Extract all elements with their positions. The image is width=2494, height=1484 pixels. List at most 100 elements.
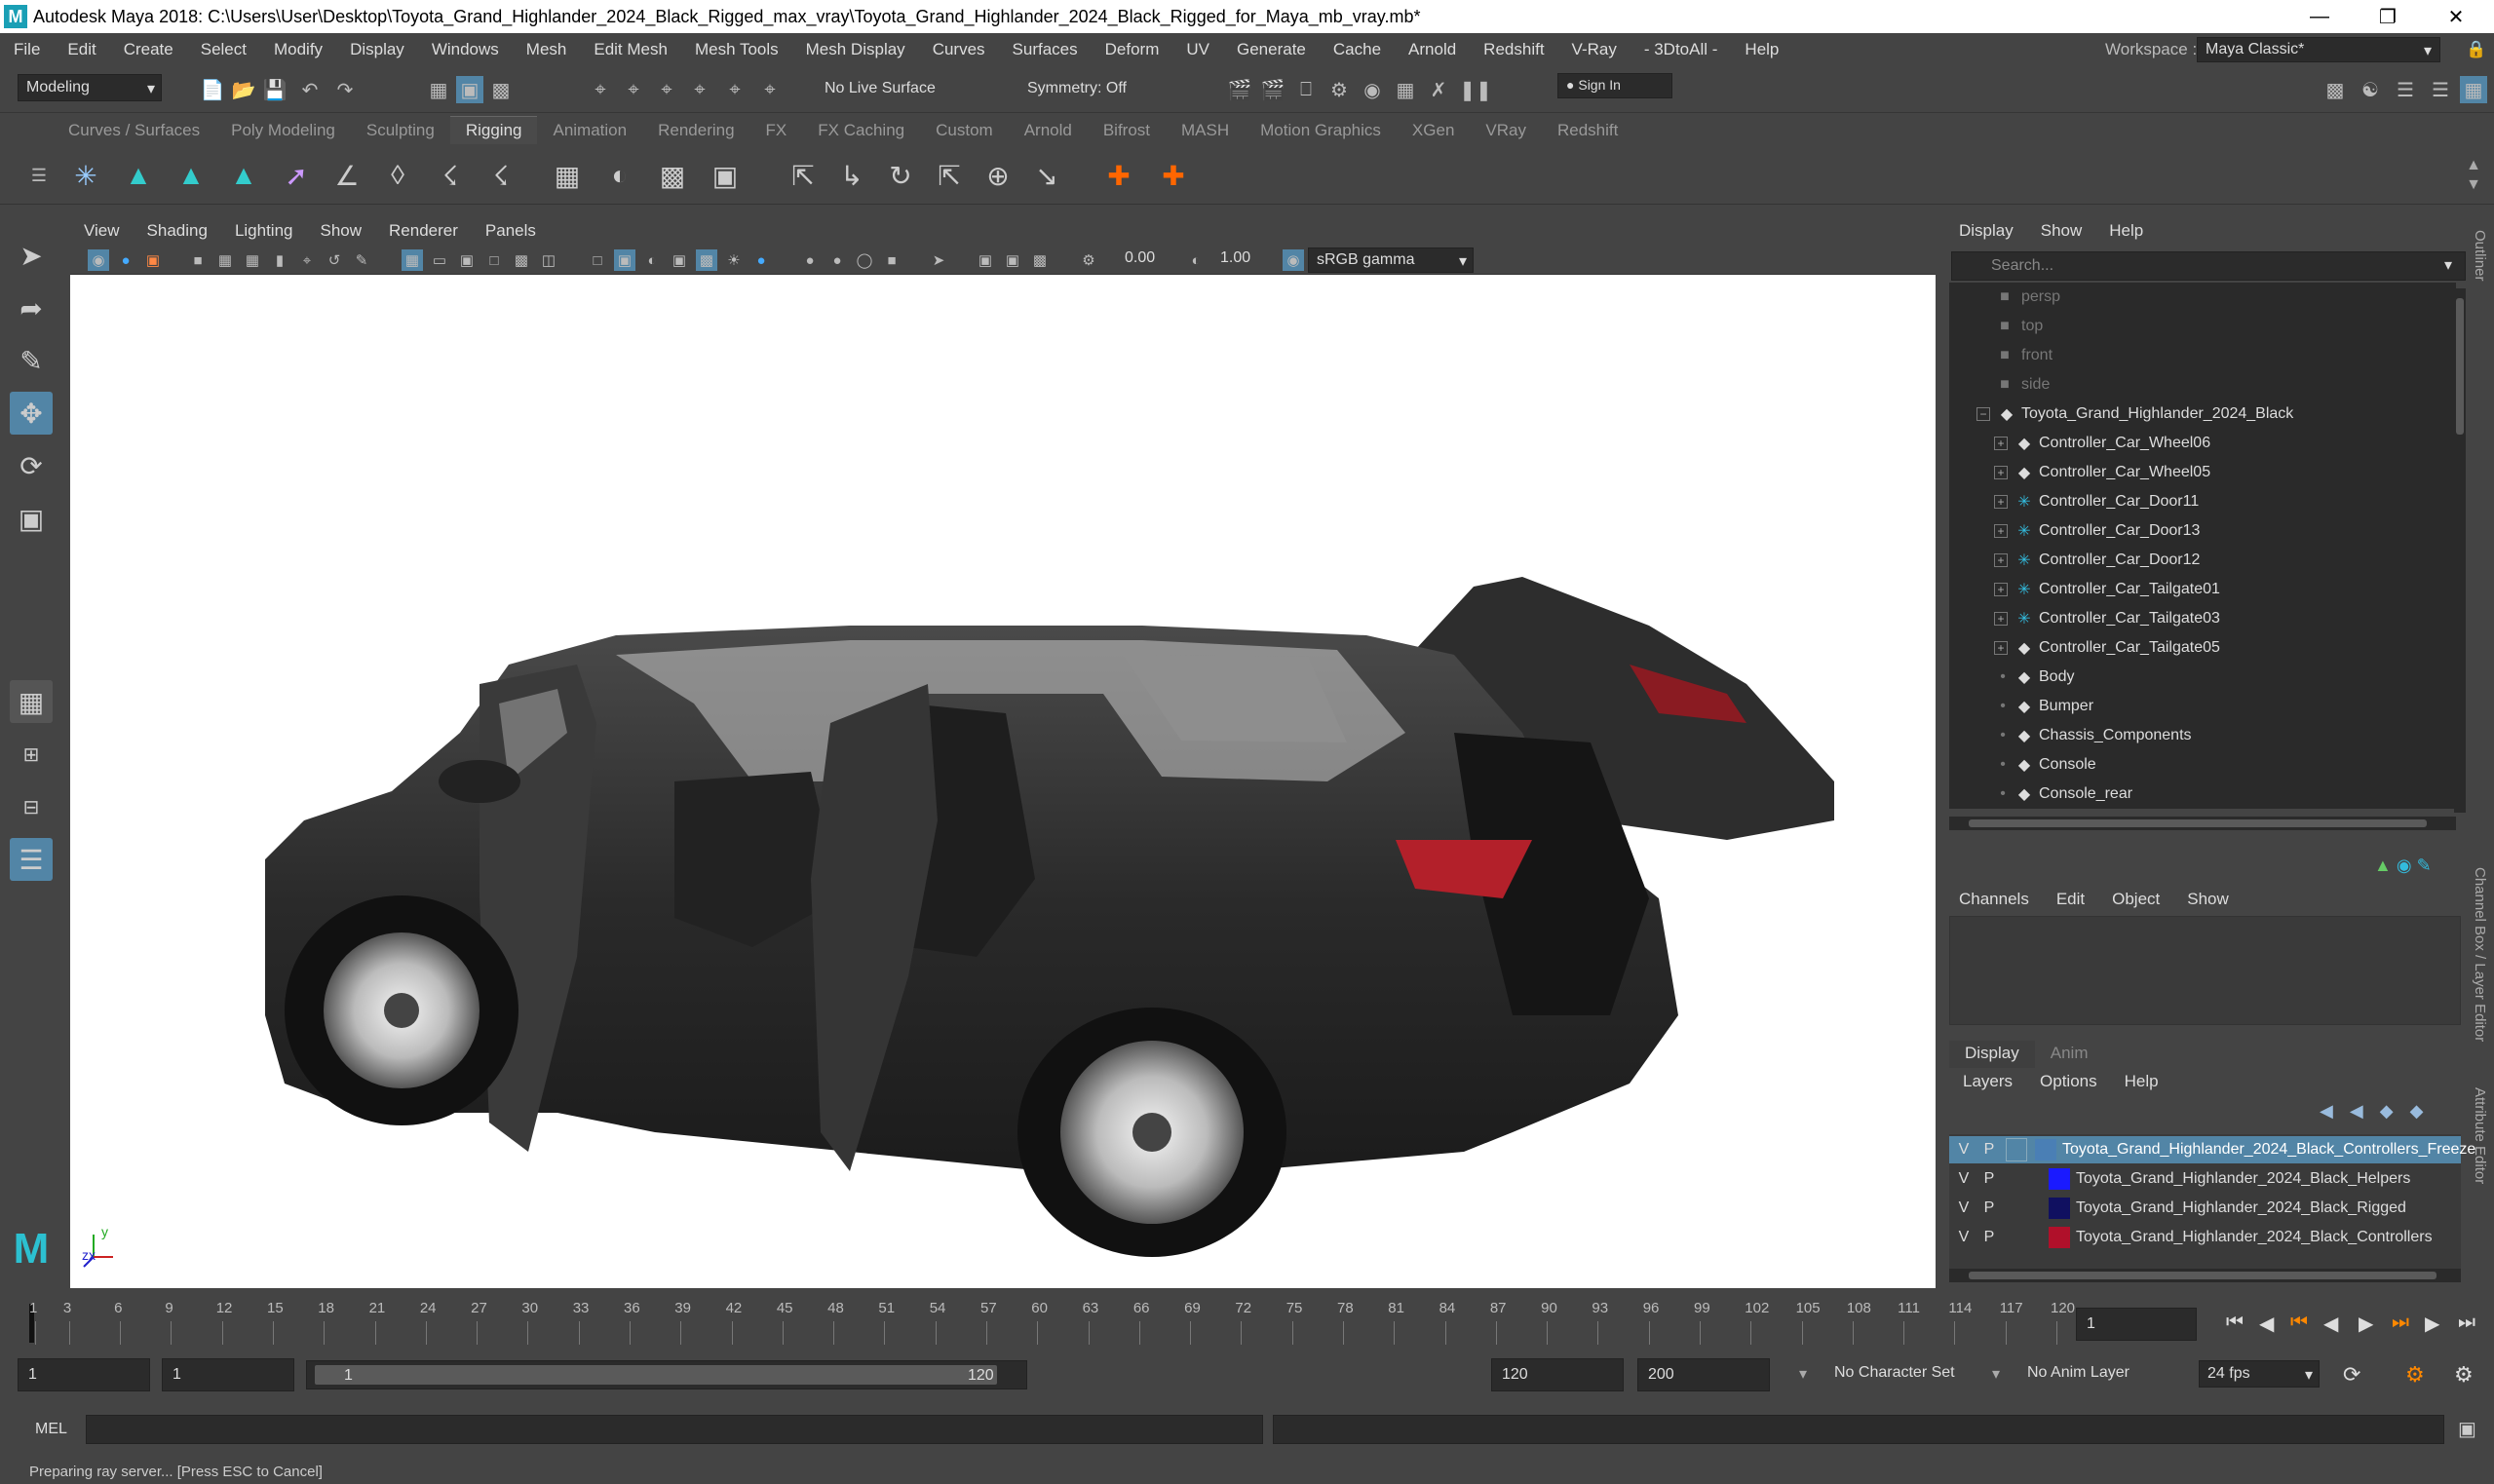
motion-blur-icon[interactable]: ● xyxy=(799,249,821,271)
lattice-icon[interactable]: ▩ xyxy=(655,158,690,193)
shelf-scroll-down-icon[interactable]: ▼ xyxy=(2456,168,2491,203)
layers-h-scrollbar[interactable] xyxy=(1949,1269,2461,1282)
select-by-component-icon[interactable]: ▩ xyxy=(487,76,515,103)
snap-grid-icon[interactable]: ⌖ xyxy=(587,76,614,103)
visibility-toggle[interactable]: V xyxy=(1953,1197,1975,1220)
point-constraint-icon[interactable]: ↳ xyxy=(834,158,869,193)
xray-active-icon[interactable]: ▣ xyxy=(975,249,996,271)
shadows-icon[interactable]: ☀ xyxy=(723,249,745,271)
outliner-root-node[interactable]: − ◆ Toyota_Grand_Highlander_2024_Black xyxy=(1949,400,2456,429)
exposure-field[interactable]: 0.00 xyxy=(1125,249,1155,267)
hypershade-icon[interactable]: ◉ xyxy=(1359,76,1386,103)
panel-menu-show[interactable]: Show xyxy=(307,221,376,241)
outliner-side-tab[interactable]: Outliner xyxy=(2472,230,2488,282)
layer-color-swatch[interactable] xyxy=(2049,1227,2070,1248)
layer-row[interactable]: V P Toyota_Grand_Highlander_2024_Black_R… xyxy=(1949,1195,2461,1222)
panel-menu-shading[interactable]: Shading xyxy=(134,221,221,241)
redo-icon[interactable]: ↷ xyxy=(331,76,359,103)
move-layer-down-icon[interactable]: ◀ xyxy=(2350,1101,2363,1121)
outliner-item[interactable]: • ◆ Console_rear xyxy=(1949,780,2456,809)
minimize-icon[interactable]: — xyxy=(2290,0,2349,33)
expand-icon[interactable]: + xyxy=(1994,495,2008,509)
auto-key-icon[interactable]: ⚙ xyxy=(2405,1362,2425,1388)
render-current-icon[interactable]: 🎬 xyxy=(1259,76,1286,103)
scrollbar-thumb[interactable] xyxy=(1969,819,2427,827)
scale-tool-icon[interactable]: ▣ xyxy=(10,497,53,540)
paint-select-tool-icon[interactable]: ✎ xyxy=(10,339,53,382)
channel-box-toggle-icon[interactable]: ▦ xyxy=(2460,76,2487,103)
menu-display[interactable]: Display xyxy=(336,40,418,59)
modeling-toolkit-icon[interactable]: ▩ xyxy=(2321,76,2349,103)
shelf-tab-rigging[interactable]: Rigging xyxy=(449,116,538,144)
edit-icon[interactable]: ✎ xyxy=(2417,856,2432,875)
menu-help[interactable]: Help xyxy=(1731,40,1792,59)
step-forward-frame-icon[interactable]: ▶ xyxy=(2425,1312,2439,1336)
range-slider-handle[interactable] xyxy=(315,1365,997,1385)
annotation-icon[interactable]: ✚ xyxy=(1156,158,1191,193)
symmetry-label[interactable]: Symmetry: Off xyxy=(1027,80,1127,97)
menu-cache[interactable]: Cache xyxy=(1320,40,1395,59)
scrollbar-thumb[interactable] xyxy=(2456,298,2464,435)
rotate-tool-icon[interactable]: ⟳ xyxy=(10,444,53,487)
single-perspective-layout-icon[interactable]: ▦ xyxy=(10,680,53,723)
menu-generate[interactable]: Generate xyxy=(1223,40,1320,59)
mel-input[interactable] xyxy=(86,1415,1263,1444)
outliner-layout-icon[interactable]: ☰ xyxy=(10,838,53,881)
expand-icon[interactable]: + xyxy=(1994,583,2008,596)
layer-menu-options[interactable]: Options xyxy=(2026,1072,2111,1091)
colorspace-dropdown[interactable]: sRGB gamma ▾ xyxy=(1308,247,1474,273)
channel-menu-object[interactable]: Object xyxy=(2098,890,2173,909)
outliner-item[interactable]: + ◆ Controller_Car_Wheel06 xyxy=(1949,429,2456,458)
snap-curve-icon[interactable]: ⌖ xyxy=(620,76,647,103)
tab-display-layers[interactable]: Display xyxy=(1949,1041,2035,1068)
menu-deform[interactable]: Deform xyxy=(1092,40,1173,59)
panel-menu-view[interactable]: View xyxy=(70,221,134,241)
play-backwards-icon[interactable]: ◀ xyxy=(2323,1312,2338,1336)
bookmarks-icon[interactable]: ■ xyxy=(187,249,209,271)
animation-preferences-icon[interactable]: ⚙ xyxy=(2454,1362,2474,1388)
scene-start-field[interactable]: 1 xyxy=(18,1358,150,1391)
outliner-item[interactable]: + ✳ Controller_Car_Door12 xyxy=(1949,546,2456,575)
pan-zoom-icon[interactable]: □ xyxy=(483,249,505,271)
display-type-toggle[interactable] xyxy=(2006,1197,2027,1220)
grid-icon[interactable]: ▦ xyxy=(402,249,423,271)
step-forward-key-icon[interactable]: ⏭ xyxy=(2392,1312,2409,1334)
lock-camera-icon[interactable]: ● xyxy=(115,249,136,271)
xray-joints-icon[interactable]: ▣ xyxy=(1002,249,1023,271)
open-scene-icon[interactable]: 📂 xyxy=(230,76,257,103)
quick-rig-icon[interactable]: ▲ xyxy=(173,158,209,193)
menu-redshift[interactable]: Redshift xyxy=(1470,40,1557,59)
lasso-tool-icon[interactable]: ➦ xyxy=(10,286,53,329)
step-back-key-icon[interactable]: ⏮ xyxy=(2290,1312,2308,1334)
film-gate-icon[interactable]: ▮ xyxy=(269,249,290,271)
menu-uv[interactable]: UV xyxy=(1172,40,1223,59)
visibility-toggle[interactable]: V xyxy=(1953,1226,1975,1249)
move-layer-up-icon[interactable]: ◀ xyxy=(2320,1101,2333,1121)
backface-culling-icon[interactable]: ▩ xyxy=(1029,249,1051,271)
layer-menu-help[interactable]: Help xyxy=(2111,1072,2172,1091)
shelf-tab-xgen[interactable]: XGen xyxy=(1397,117,1470,144)
snap-point-icon[interactable]: ⌖ xyxy=(653,76,680,103)
locator-icon[interactable]: ✚ xyxy=(1101,158,1136,193)
outliner-camera-side[interactable]: ■ side xyxy=(1949,370,2456,400)
menu-create[interactable]: Create xyxy=(110,40,187,59)
shelf-tab-poly-modeling[interactable]: Poly Modeling xyxy=(215,117,351,144)
pause-icon[interactable]: ❚❚ xyxy=(1459,76,1492,103)
expand-icon[interactable]: + xyxy=(1994,437,2008,450)
tab-anim-layers[interactable]: Anim xyxy=(2035,1041,2104,1068)
snap-view-plane-icon[interactable]: ⌖ xyxy=(686,76,713,103)
layer-color-swatch[interactable] xyxy=(2049,1198,2070,1219)
panel-menu-renderer[interactable]: Renderer xyxy=(375,221,472,241)
menu-arnold[interactable]: Arnold xyxy=(1395,40,1470,59)
two-d-pan-icon[interactable]: ▩ xyxy=(511,249,532,271)
ipr-render-icon[interactable]: ⎕ xyxy=(1292,76,1320,103)
scrollbar-thumb[interactable] xyxy=(1969,1272,2436,1279)
attribute-editor-side-tab[interactable]: Attribute Editor xyxy=(2472,1087,2488,1184)
wireframe-on-shaded-icon[interactable]: ◐ xyxy=(641,249,663,271)
outliner-item[interactable]: + ✳ Controller_Car_Tailgate03 xyxy=(1949,604,2456,633)
shelf-tab-vray[interactable]: VRay xyxy=(1470,117,1542,144)
pole-vector-icon[interactable]: ↘ xyxy=(1029,158,1064,193)
step-back-frame-icon[interactable]: ◀ xyxy=(2259,1312,2274,1336)
outliner-item[interactable]: • ◆ Console xyxy=(1949,750,2456,780)
playback-toggle[interactable]: P xyxy=(1978,1226,2000,1249)
